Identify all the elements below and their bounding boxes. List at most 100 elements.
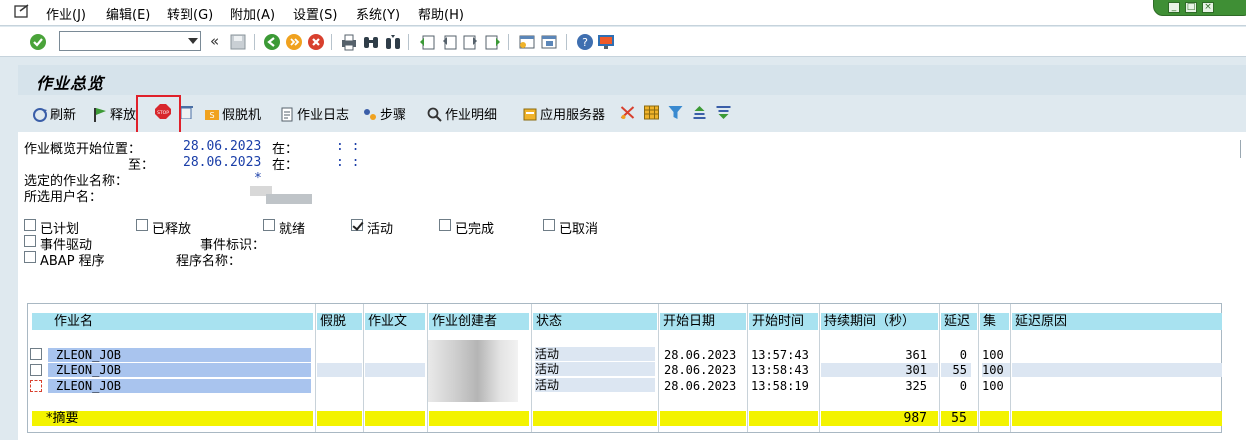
cell-job-name[interactable]: ZLEON_JOB — [48, 379, 311, 393]
grid-line — [531, 304, 532, 432]
menu-help[interactable]: 帮助(H) — [418, 4, 464, 23]
release-button[interactable]: 释放 — [92, 104, 136, 123]
row-tint — [317, 363, 362, 377]
release-label: 释放 — [110, 108, 137, 123]
chevron-down-icon[interactable] — [188, 38, 198, 44]
cell-status: 活动 — [535, 362, 655, 376]
col-header-job-name[interactable]: 作业名 — [32, 313, 313, 330]
menu-settings[interactable]: 设置(S) — [293, 4, 337, 23]
col-header-start-date[interactable]: 开始日期 — [660, 313, 746, 330]
new-session-icon[interactable] — [518, 33, 536, 51]
col-header-creator[interactable]: 作业创建者 — [429, 313, 529, 330]
cancel-icon[interactable] — [307, 33, 325, 51]
filter-icon[interactable] — [667, 105, 684, 120]
status-planned-checkbox[interactable] — [24, 219, 36, 231]
maximize-icon[interactable]: □ — [1185, 2, 1197, 13]
first-page-icon[interactable] — [418, 33, 436, 51]
refresh-button[interactable]: 刷新 — [32, 104, 76, 123]
app-server-label: 应用服务器 — [540, 108, 606, 123]
summary-cell — [749, 411, 818, 426]
next-page-icon[interactable] — [462, 33, 480, 51]
menu-extras[interactable]: 附加(A) — [230, 4, 275, 23]
status-active-checkbox[interactable] — [351, 219, 363, 231]
grid-line — [819, 304, 820, 432]
sort-ascending-icon[interactable] — [691, 105, 708, 120]
cell-status: 活动 — [535, 378, 655, 392]
abap-program-label: ABAP 程序 — [40, 254, 105, 269]
program-name-label: 程序名称： — [176, 254, 242, 269]
summary-label: *摘要 — [32, 411, 313, 426]
event-driven-checkbox[interactable] — [24, 235, 36, 247]
enter-icon[interactable] — [29, 33, 47, 51]
menu-job[interactable]: 作业(J) — [46, 4, 86, 23]
cell-start-date: 28.06.2023 — [664, 348, 737, 362]
app-icon[interactable] — [14, 4, 30, 18]
status-ready-checkbox[interactable] — [263, 219, 275, 231]
exit-icon[interactable] — [285, 33, 303, 51]
to-label: 至： — [128, 158, 155, 173]
grid-line — [978, 304, 979, 432]
menu-bar: 作业(J) 编辑(E) 转到(G) 附加(A) 设置(S) 系统(Y) 帮助(H… — [0, 0, 1246, 26]
close-window-icon[interactable]: × — [1202, 2, 1214, 13]
col-header-duration[interactable]: 持续期间（秒） — [821, 313, 938, 330]
table-icon[interactable] — [643, 105, 660, 120]
col-header-delay-reason[interactable]: 延迟原因 — [1012, 313, 1222, 330]
grid-line — [658, 304, 659, 432]
back-icon[interactable] — [263, 33, 281, 51]
cell-job-name[interactable]: ZLEON_JOB — [48, 348, 311, 362]
print-icon[interactable] — [340, 33, 358, 51]
job-log-button[interactable]: 作业日志 — [279, 104, 349, 123]
row-select-checkbox[interactable] — [30, 380, 42, 392]
col-header-spool[interactable]: 假脱 — [317, 313, 362, 330]
start-time-value: : : — [336, 139, 360, 154]
at-label-2: 在： — [272, 158, 299, 173]
cell-job-name[interactable]: ZLEON_JOB — [48, 363, 311, 377]
abap-program-checkbox[interactable] — [24, 251, 36, 263]
status-released-checkbox[interactable] — [136, 219, 148, 231]
to-date-value: 28.06.2023 — [183, 155, 262, 170]
application-toolbar: 刷新 释放 STOP S 假脱机 作业日志 步骤 作业明细 应用服务器 — [18, 96, 1246, 132]
menu-goto[interactable]: 转到(G) — [167, 4, 213, 23]
row-select-checkbox[interactable] — [30, 364, 42, 376]
col-header-job-doc[interactable]: 作业文 — [365, 313, 425, 330]
svg-text:?: ? — [582, 36, 588, 49]
cell-client: 100 — [982, 379, 1004, 393]
app-server-button[interactable]: 应用服务器 — [522, 104, 605, 123]
status-canceled-checkbox[interactable] — [543, 219, 555, 231]
job-details-button[interactable]: 作业明细 — [427, 104, 497, 123]
cell-delay: 55 — [941, 363, 971, 377]
cell-client: 100 — [982, 348, 1004, 362]
step-button[interactable]: 步骤 — [362, 104, 406, 123]
spool-icon: S — [205, 110, 219, 120]
sort-descending-icon[interactable] — [715, 105, 732, 120]
previous-page-icon[interactable] — [440, 33, 458, 51]
help-icon[interactable]: ? — [576, 33, 594, 51]
collapse-icon[interactable]: « — [210, 32, 219, 50]
save-icon[interactable] — [229, 33, 247, 51]
cell-duration: 325 — [905, 379, 927, 393]
customize-layout-icon[interactable] — [597, 33, 615, 51]
minimize-icon[interactable]: _ — [1168, 2, 1180, 13]
cut-icon[interactable] — [619, 105, 636, 120]
find-icon[interactable] — [362, 33, 380, 51]
col-header-start-time[interactable]: 开始时间 — [749, 313, 818, 330]
find-next-icon[interactable] — [384, 33, 402, 51]
spool-button[interactable]: S 假脱机 — [204, 104, 261, 123]
row-select-checkbox[interactable] — [30, 348, 42, 360]
cell-start-time: 13:58:19 — [751, 379, 809, 393]
col-header-delay[interactable]: 延迟 — [941, 313, 977, 330]
col-header-status[interactable]: 状态 — [533, 313, 657, 330]
status-finished-checkbox[interactable] — [439, 219, 451, 231]
row-tint — [1012, 363, 1222, 377]
menu-system[interactable]: 系统(Y) — [356, 4, 400, 23]
col-header-client[interactable]: 集 — [980, 313, 1009, 330]
last-page-icon[interactable] — [484, 33, 502, 51]
cell-status: 活动 — [535, 347, 655, 361]
start-position-label: 作业概览开始位置： — [24, 142, 142, 157]
command-field[interactable] — [59, 31, 201, 51]
summary-cell — [365, 411, 425, 426]
grid-line — [363, 304, 364, 432]
scrollbar-edge[interactable] — [1240, 140, 1246, 158]
menu-edit[interactable]: 编辑(E) — [106, 4, 150, 23]
shortcut-icon[interactable] — [540, 33, 558, 51]
